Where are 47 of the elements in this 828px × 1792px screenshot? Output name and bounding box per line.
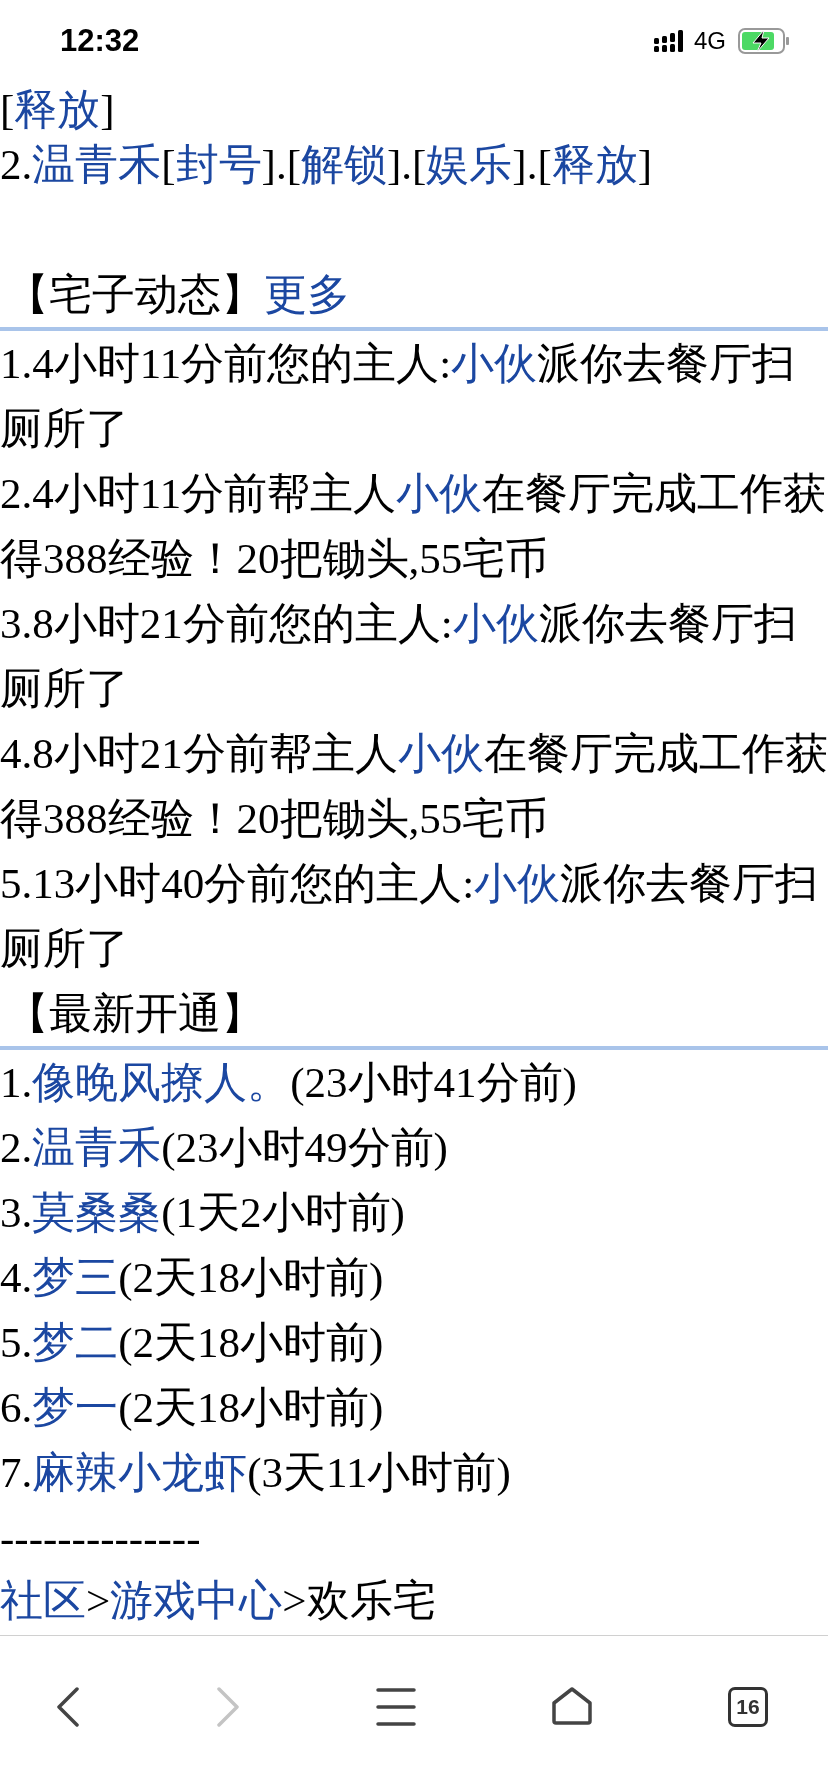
signal-icon — [654, 30, 686, 52]
home-icon[interactable] — [552, 1687, 592, 1725]
member-entry: 7.麻辣小龙虾(3天11小时前) — [0, 1448, 512, 1498]
member-entry: 3.莫桑桑(1天2小时前) — [0, 1188, 406, 1238]
link[interactable]: 封号 — [175, 141, 262, 188]
link[interactable]: 小伙 — [396, 470, 483, 517]
separator-text: -------------- — [0, 1513, 202, 1563]
admin-entry: [释放] — [0, 88, 116, 132]
network-label: 4G — [694, 27, 726, 55]
tabs-button[interactable]: 16 — [728, 1687, 768, 1727]
link[interactable]: 麻辣小龙虾 — [32, 1449, 248, 1496]
link[interactable]: 梦二 — [32, 1319, 119, 1366]
link[interactable]: 小伙 — [397, 730, 484, 777]
breadcrumb: 社区>游戏中心>欢乐宅 — [0, 1570, 828, 1636]
link[interactable]: 小伙 — [451, 340, 538, 387]
activity-entry: 4.8小时21分前帮主人小伙在餐厅完成工作获得388经验！20把锄头,55宅币 — [0, 729, 828, 844]
menu-icon[interactable] — [376, 1687, 416, 1727]
link[interactable]: 释放 — [14, 88, 101, 133]
link[interactable]: 小伙 — [474, 860, 561, 907]
link[interactable]: 莫桑桑 — [32, 1189, 162, 1236]
link[interactable]: 释放 — [551, 141, 638, 188]
link[interactable]: 温青禾 — [32, 141, 162, 188]
member-entry: 4.梦三(2天18小时前) — [0, 1253, 385, 1303]
section-title: 【最新开通】 — [6, 989, 264, 1039]
member-entry: 2.温青禾(23小时49分前) — [0, 1123, 449, 1173]
link[interactable]: 娱乐 — [426, 141, 513, 188]
link[interactable]: 温青禾 — [32, 1124, 162, 1171]
battery-icon — [738, 28, 790, 54]
link[interactable]: 解锁 — [300, 141, 387, 188]
member-entry: 6.梦一(2天18小时前) — [0, 1383, 385, 1433]
section-title: 【宅子动态】 — [6, 270, 264, 320]
link[interactable]: 像晚风撩人。 — [32, 1059, 291, 1106]
breadcrumb-link[interactable]: 游戏中心 — [110, 1577, 283, 1624]
more-link[interactable]: 更多 — [264, 262, 350, 327]
member-entry: 1.像晚风撩人。(23小时41分前) — [0, 1058, 578, 1108]
breadcrumb-link[interactable]: 社区 — [0, 1577, 86, 1624]
link[interactable]: 小伙 — [452, 600, 539, 647]
back-icon[interactable] — [56, 1687, 80, 1727]
link[interactable]: 梦一 — [32, 1384, 119, 1431]
activity-entry: 1.4小时11分前您的主人:小伙派你去餐厅扫厕所了 — [0, 339, 797, 454]
activity-entry: 2.4小时11分前帮主人小伙在餐厅完成工作获得388经验！20把锄头,55宅币 — [0, 469, 828, 584]
activity-entry: 3.8小时21分前您的主人:小伙派你去餐厅扫厕所了 — [0, 599, 798, 714]
admin-entry: 2.温青禾[封号].[解锁].[娱乐].[释放] — [0, 140, 654, 190]
status-time: 12:32 — [60, 23, 140, 59]
member-entry: 5.梦二(2天18小时前) — [0, 1318, 385, 1368]
link[interactable]: 梦三 — [32, 1254, 119, 1301]
activity-entry: 5.13小时40分前您的主人:小伙派你去餐厅扫厕所了 — [0, 859, 820, 974]
